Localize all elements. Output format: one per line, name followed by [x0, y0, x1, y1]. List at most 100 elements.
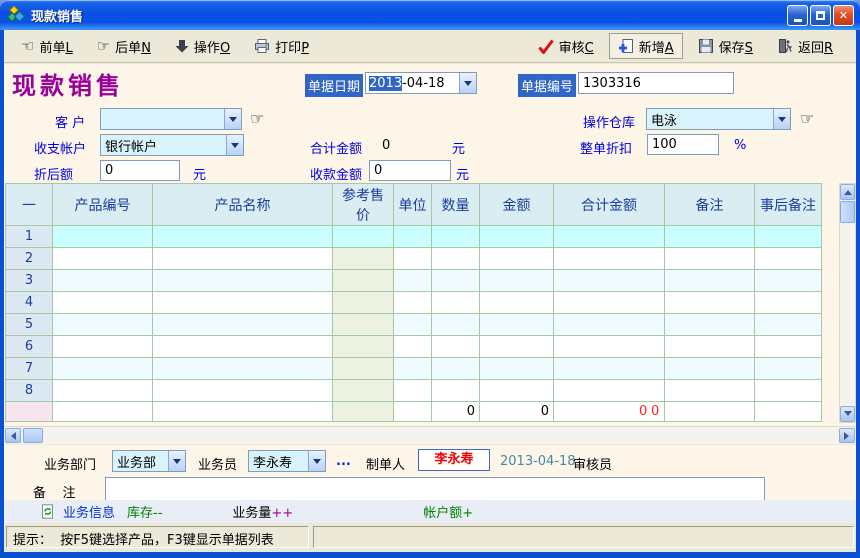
product-code-cell[interactable] [53, 358, 153, 380]
scroll-right-icon[interactable] [839, 428, 855, 443]
post-remark-cell[interactable] [755, 358, 822, 380]
post-remark-cell[interactable] [755, 292, 822, 314]
remark-cell[interactable] [665, 336, 755, 358]
doc-no-input[interactable] [578, 72, 734, 94]
ref-price-cell[interactable] [333, 248, 394, 270]
scroll-down-icon[interactable] [840, 406, 855, 422]
unit-cell[interactable] [394, 336, 432, 358]
remark-cell[interactable] [665, 314, 755, 336]
amount-cell[interactable] [480, 380, 554, 402]
product-name-cell[interactable] [153, 292, 333, 314]
customer-combo[interactable] [100, 108, 242, 130]
product-code-cell[interactable] [53, 270, 153, 292]
audit-button[interactable]: 审核C [529, 33, 603, 59]
row-number-cell[interactable]: 4 [6, 292, 53, 314]
unit-cell[interactable] [394, 248, 432, 270]
amount-cell[interactable] [480, 336, 554, 358]
product-name-cell[interactable] [153, 270, 333, 292]
save-button[interactable]: 保存S [689, 33, 762, 59]
product-name-cell[interactable] [153, 380, 333, 402]
row-number-cell[interactable]: 8 [6, 380, 53, 402]
unit-cell[interactable] [394, 380, 432, 402]
amount-cell[interactable] [480, 314, 554, 336]
new-button[interactable]: 新增A [609, 33, 683, 59]
maximize-button[interactable] [810, 5, 831, 26]
product-code-cell[interactable] [53, 226, 153, 248]
qty-cell[interactable] [432, 358, 480, 380]
amount-cell[interactable] [480, 358, 554, 380]
row-number-cell[interactable]: 3 [6, 270, 53, 292]
qty-cell[interactable] [432, 226, 480, 248]
remark-cell[interactable] [665, 292, 755, 314]
total-amount-cell[interactable] [554, 248, 665, 270]
post-remark-cell[interactable] [755, 336, 822, 358]
total-amount-cell[interactable] [554, 292, 665, 314]
ref-price-cell[interactable] [333, 292, 394, 314]
row-number-cell[interactable]: 5 [6, 314, 53, 336]
next-doc-button[interactable]: ☞ 后单N [88, 33, 160, 59]
qty-cell[interactable] [432, 336, 480, 358]
ref-price-cell[interactable] [333, 270, 394, 292]
ref-price-cell[interactable] [333, 314, 394, 336]
row-number-cell[interactable]: 7 [6, 358, 53, 380]
amount-cell[interactable] [480, 248, 554, 270]
product-name-cell[interactable] [153, 314, 333, 336]
received-input[interactable] [369, 160, 451, 181]
ref-price-cell[interactable] [333, 226, 394, 248]
customer-lookup-icon[interactable]: ☞ [250, 111, 264, 127]
horizontal-scroll-thumb[interactable] [23, 428, 43, 443]
vertical-scrollbar[interactable] [839, 183, 856, 423]
ref-price-cell[interactable] [333, 380, 394, 402]
qty-cell[interactable] [432, 248, 480, 270]
print-button[interactable]: 打印P [245, 33, 318, 59]
return-button[interactable]: 返回R [768, 33, 842, 59]
business-info-link[interactable]: 业务信息 [63, 502, 115, 521]
row-number-cell[interactable]: 6 [6, 336, 53, 358]
remark-cell[interactable] [665, 358, 755, 380]
product-code-cell[interactable] [53, 336, 153, 358]
ref-price-cell[interactable] [333, 336, 394, 358]
scroll-left-icon[interactable] [5, 428, 21, 443]
prev-doc-button[interactable]: ☜ 前单L [12, 33, 82, 59]
salesman-combo[interactable]: 李永寿 [248, 450, 326, 472]
qty-cell[interactable] [432, 292, 480, 314]
close-button[interactable]: ✕ [833, 5, 854, 26]
remark-cell[interactable] [665, 226, 755, 248]
more-button[interactable]: ... [336, 454, 351, 469]
total-amount-cell[interactable] [554, 226, 665, 248]
after-discount-input[interactable] [100, 160, 180, 181]
operations-button[interactable]: 操作O [166, 33, 239, 59]
remark-input[interactable] [105, 477, 765, 501]
post-remark-cell[interactable] [755, 248, 822, 270]
unit-cell[interactable] [394, 292, 432, 314]
total-amount-cell[interactable] [554, 314, 665, 336]
warehouse-lookup-icon[interactable]: ☞ [800, 111, 814, 127]
total-amount-cell[interactable] [554, 380, 665, 402]
product-name-cell[interactable] [153, 358, 333, 380]
post-remark-cell[interactable] [755, 226, 822, 248]
date-dropdown-button[interactable] [459, 73, 476, 93]
product-code-cell[interactable] [53, 380, 153, 402]
unit-cell[interactable] [394, 270, 432, 292]
total-amount-cell[interactable] [554, 336, 665, 358]
vertical-scroll-thumb[interactable] [840, 201, 855, 223]
amount-cell[interactable] [480, 270, 554, 292]
remark-cell[interactable] [665, 270, 755, 292]
product-name-cell[interactable] [153, 226, 333, 248]
dept-combo[interactable]: 业务部 [112, 450, 186, 472]
unit-cell[interactable] [394, 226, 432, 248]
amount-cell[interactable] [480, 226, 554, 248]
amount-cell[interactable] [480, 292, 554, 314]
warehouse-combo[interactable]: 电泳 [646, 108, 791, 130]
account-combo[interactable]: 银行帐户 [100, 134, 244, 156]
product-code-cell[interactable] [53, 248, 153, 270]
post-remark-cell[interactable] [755, 314, 822, 336]
row-number-cell[interactable]: 2 [6, 248, 53, 270]
post-remark-cell[interactable] [755, 270, 822, 292]
product-name-cell[interactable] [153, 336, 333, 358]
remark-cell[interactable] [665, 380, 755, 402]
doc-date-field[interactable]: 2013-04-18 [365, 72, 477, 94]
unit-cell[interactable] [394, 314, 432, 336]
product-code-cell[interactable] [53, 314, 153, 336]
qty-cell[interactable] [432, 380, 480, 402]
